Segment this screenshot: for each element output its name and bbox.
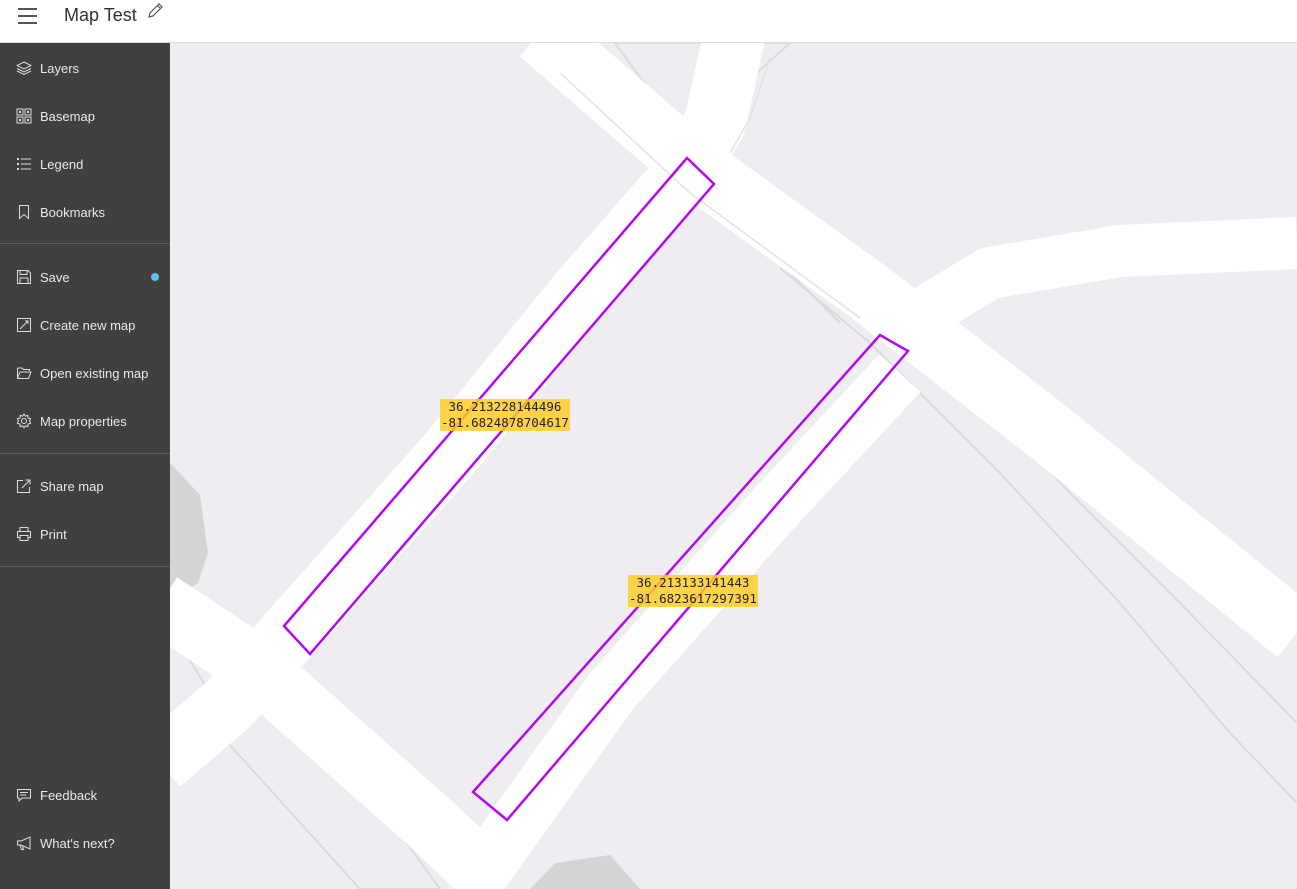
app-header: Map Test — [0, 0, 1297, 43]
sidebar-item-label: Feedback — [40, 787, 98, 803]
bookmark-icon — [16, 204, 32, 220]
share-icon — [16, 478, 32, 494]
latitude-text: 36.213228144496 — [440, 399, 570, 415]
sidebar-item-open-existing-map[interactable]: Open existing map — [0, 353, 170, 393]
sidebar-item-label: Map properties — [40, 413, 127, 429]
sidebar-item-legend[interactable]: Legend — [0, 144, 170, 184]
sidebar-divider — [0, 453, 170, 454]
map-view[interactable]: 36.213228144496 -81.6824878704617 36.213… — [170, 43, 1297, 889]
sidebar-item-map-properties[interactable]: Map properties — [0, 401, 170, 441]
new-map-icon — [16, 317, 32, 333]
sidebar-item-label: Layers — [40, 60, 80, 76]
sidebar-divider — [0, 243, 170, 244]
pencil-icon[interactable] — [146, 2, 164, 20]
sidebar-item-label: Print — [40, 526, 67, 542]
sidebar-item-label: Share map — [40, 478, 104, 494]
coordinate-label-1: 36.213228144496 -81.6824878704617 — [440, 399, 570, 431]
printer-icon — [16, 526, 32, 542]
sidebar-item-label: Legend — [40, 156, 84, 172]
sidebar-item-bookmarks[interactable]: Bookmarks — [0, 192, 170, 232]
sidebar-item-label: Save — [40, 269, 70, 285]
folder-open-icon — [16, 365, 32, 381]
sidebar-item-print[interactable]: Print — [0, 514, 170, 554]
longitude-text: -81.6824878704617 — [440, 415, 570, 431]
megaphone-icon — [16, 835, 32, 851]
layers-icon — [16, 60, 32, 76]
roads — [170, 43, 1297, 889]
menu-button[interactable] — [14, 5, 42, 27]
sidebar-item-layers[interactable]: Layers — [0, 48, 170, 88]
legend-icon — [16, 156, 32, 172]
feedback-icon — [16, 787, 32, 803]
gear-icon — [16, 413, 32, 429]
building — [530, 855, 640, 889]
sidebar-item-feedback[interactable]: Feedback — [0, 775, 170, 815]
map-canvas — [170, 43, 1297, 889]
save-icon — [16, 269, 32, 285]
sidebar-item-share-map[interactable]: Share map — [0, 466, 170, 506]
sidebar-item-label: Bookmarks — [40, 204, 106, 220]
unsaved-indicator — [151, 273, 159, 281]
sidebar-item-label: Basemap — [40, 108, 95, 124]
sidebar-item-save[interactable]: Save — [0, 257, 170, 297]
basemap-icon — [16, 108, 32, 124]
longitude-text: -81.6823617297391 — [628, 591, 758, 607]
sidebar-divider — [0, 566, 170, 567]
sidebar-item-whats-next[interactable]: What's next? — [0, 823, 170, 863]
sidebar-item-label: What's next? — [40, 835, 115, 851]
sidebar-item-label: Create new map — [40, 317, 136, 333]
sidebar-item-basemap[interactable]: Basemap — [0, 96, 170, 136]
sidebar-item-label: Open existing map — [40, 365, 149, 381]
sidebar-item-create-new-map[interactable]: Create new map — [0, 305, 170, 345]
sidebar: Layers Basemap Legend Bookmarks Save Cre… — [0, 43, 170, 889]
map-title: Map Test — [64, 5, 137, 25]
coordinate-label-2: 36.213133141443 -81.6823617297391 — [628, 575, 758, 607]
latitude-text: 36.213133141443 — [628, 575, 758, 591]
